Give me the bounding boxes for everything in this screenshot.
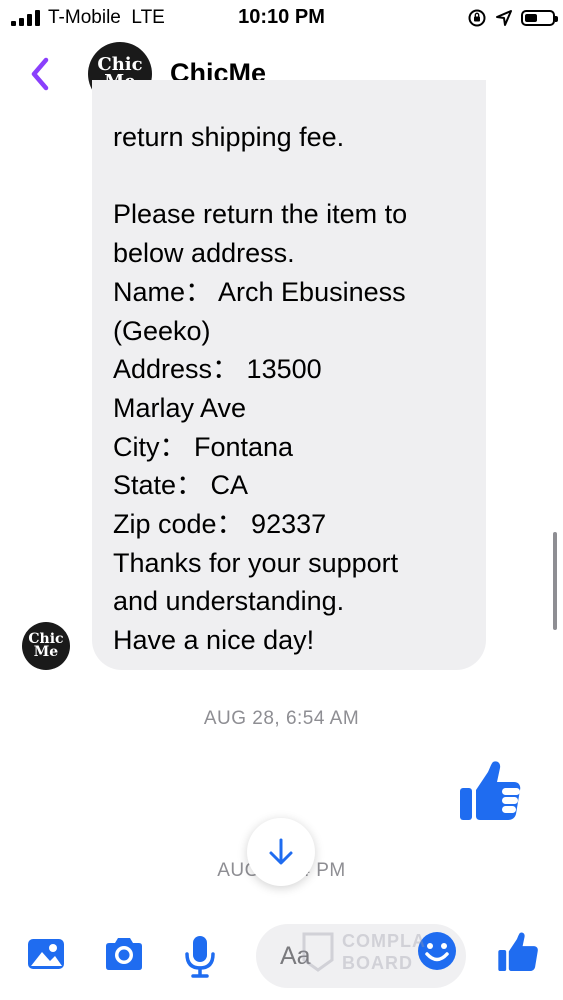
sender-avatar-bottom: Me: [33, 644, 59, 660]
message-input-placeholder: Aa: [280, 941, 311, 970]
status-icons: [467, 7, 558, 29]
camera-icon[interactable]: [102, 934, 146, 974]
sender-avatar[interactable]: Chic Me: [22, 622, 70, 670]
image-icon[interactable]: [26, 934, 66, 974]
location-arrow-icon: [496, 10, 512, 26]
arrow-down-icon: [269, 838, 293, 865]
message-bubble: return shipping fee. Please return the i…: [92, 80, 486, 670]
back-chevron-icon[interactable]: [22, 54, 58, 94]
message-composer: Aa: [0, 910, 563, 1000]
message-timestamp: AUG 28, 6:54 AM: [203, 708, 360, 729]
emoji-icon[interactable]: [416, 930, 458, 972]
sent-thumbs-up-icon[interactable]: [458, 758, 522, 824]
orientation-lock-icon: [468, 9, 486, 27]
status-bar: T-Mobile LTE 10:10 PM: [0, 0, 563, 36]
scrollbar[interactable]: [553, 532, 557, 630]
battery-icon: [521, 10, 558, 26]
microphone-icon[interactable]: [182, 934, 218, 978]
scroll-to-bottom-button[interactable]: [247, 818, 315, 886]
battery-level: [525, 14, 537, 22]
thumbs-up-icon[interactable]: [497, 930, 539, 974]
